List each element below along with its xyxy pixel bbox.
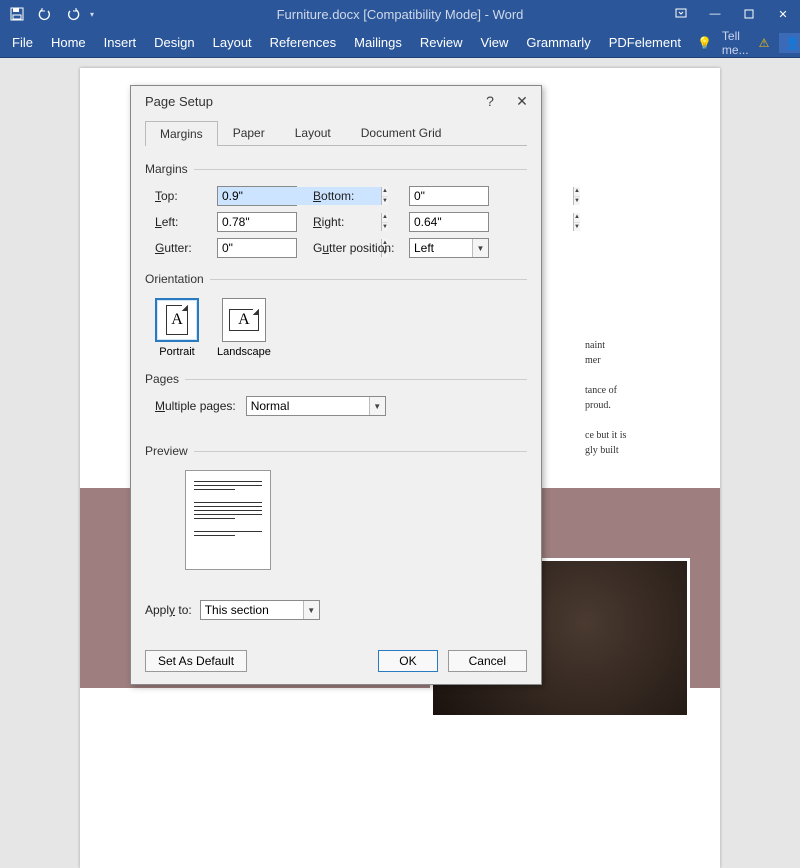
right-margin-input[interactable]: ▲▼ [409,212,489,232]
cancel-button[interactable]: Cancel [448,650,527,672]
tab-paper[interactable]: Paper [218,120,280,145]
tab-pdfelement[interactable]: PDFelement [607,31,683,54]
window-titlebar: ▾ Furniture.docx [Compatibility Mode] - … [0,0,800,28]
tab-document-grid[interactable]: Document Grid [346,120,457,145]
tab-grammarly[interactable]: Grammarly [524,31,592,54]
tab-design[interactable]: Design [152,31,196,54]
dialog-title: Page Setup [145,94,213,109]
left-margin-input[interactable]: ▲▼ [217,212,297,232]
set-as-default-button[interactable]: Set As Default [145,650,247,672]
multiple-pages-label: Multiple pages: [155,399,236,413]
tab-home[interactable]: Home [49,31,88,54]
ribbon-tabs: File Home Insert Design Layout Reference… [0,28,800,58]
window-controls: — ✕ [664,0,800,28]
page-setup-dialog: Page Setup ? ✕ Margins Paper Layout Docu… [130,85,542,685]
chevron-down-icon[interactable]: ▼ [472,239,488,257]
save-icon[interactable] [6,3,28,25]
ribbon-options-icon[interactable] [664,0,698,28]
dialog-button-row: Set As Default OK Cancel [131,642,541,684]
tell-me-input[interactable]: Tell me... [722,29,749,57]
multiple-pages-select[interactable]: Normal▼ [246,396,386,416]
pages-heading: Pages [145,372,179,386]
gutter-label: Gutter: [155,241,211,255]
dialog-titlebar[interactable]: Page Setup ? ✕ [131,86,541,116]
dialog-tabstrip: Margins Paper Layout Document Grid [145,120,527,146]
top-label: Top: [155,189,211,203]
left-label: Left: [155,215,211,229]
gutter-input[interactable]: ▲▼ [217,238,297,258]
right-label: Right: [313,215,403,229]
redo-icon[interactable] [62,3,84,25]
landscape-icon: A [229,309,259,331]
bottom-label: Bottom: [313,189,403,203]
preview-thumbnail [185,470,271,570]
chevron-down-icon[interactable]: ▼ [303,601,319,619]
lightbulb-icon: 💡 [697,36,712,50]
undo-icon[interactable] [34,3,56,25]
orientation-landscape[interactable]: A Landscape [217,298,271,358]
maximize-icon[interactable] [732,0,766,28]
apply-to-select[interactable]: This section▼ [200,600,320,620]
spin-up-icon[interactable]: ▲ [574,187,580,197]
person-icon: 👤 [785,36,800,50]
tab-margins[interactable]: Margins [145,121,218,146]
body-text-fragment: naint mer tance of proud. ce but it is g… [585,338,675,458]
preview-heading: Preview [145,444,188,458]
share-button[interactable]: 👤 Share [779,33,800,53]
close-icon[interactable]: ✕ [766,0,800,28]
dialog-body: Margins Paper Layout Document Grid Margi… [131,120,541,642]
tab-view[interactable]: View [478,31,510,54]
quick-access-toolbar: ▾ [0,3,100,25]
gutter-position-label: Gutter position: [313,241,403,255]
tab-references[interactable]: References [268,31,338,54]
top-margin-input[interactable]: ▲▼ [217,186,297,206]
ok-button[interactable]: OK [378,650,437,672]
tab-layout-dlg[interactable]: Layout [280,120,346,145]
close-icon[interactable]: ✕ [513,92,531,110]
tab-review[interactable]: Review [418,31,465,54]
chevron-down-icon[interactable]: ▼ [369,397,385,415]
gutter-position-select[interactable]: Left▼ [409,238,489,258]
margins-heading: Margins [145,162,188,176]
spin-up-icon[interactable]: ▲ [574,213,580,223]
apply-to-label: Apply to: [145,603,192,617]
orientation-heading: Orientation [145,272,204,286]
file-tab[interactable]: File [10,31,35,54]
orientation-portrait[interactable]: A Portrait [155,298,199,358]
spin-down-icon[interactable]: ▼ [574,197,580,206]
spin-down-icon[interactable]: ▼ [574,223,580,232]
help-icon[interactable]: ? [481,92,499,110]
tab-insert[interactable]: Insert [102,31,139,54]
warning-icon[interactable]: ⚠ [759,36,770,50]
qat-chevron-icon[interactable]: ▾ [90,10,94,19]
tab-mailings[interactable]: Mailings [352,31,404,54]
portrait-icon: A [166,305,188,335]
minimize-icon[interactable]: — [698,0,732,28]
bottom-margin-input[interactable]: ▲▼ [409,186,489,206]
tab-layout[interactable]: Layout [211,31,254,54]
